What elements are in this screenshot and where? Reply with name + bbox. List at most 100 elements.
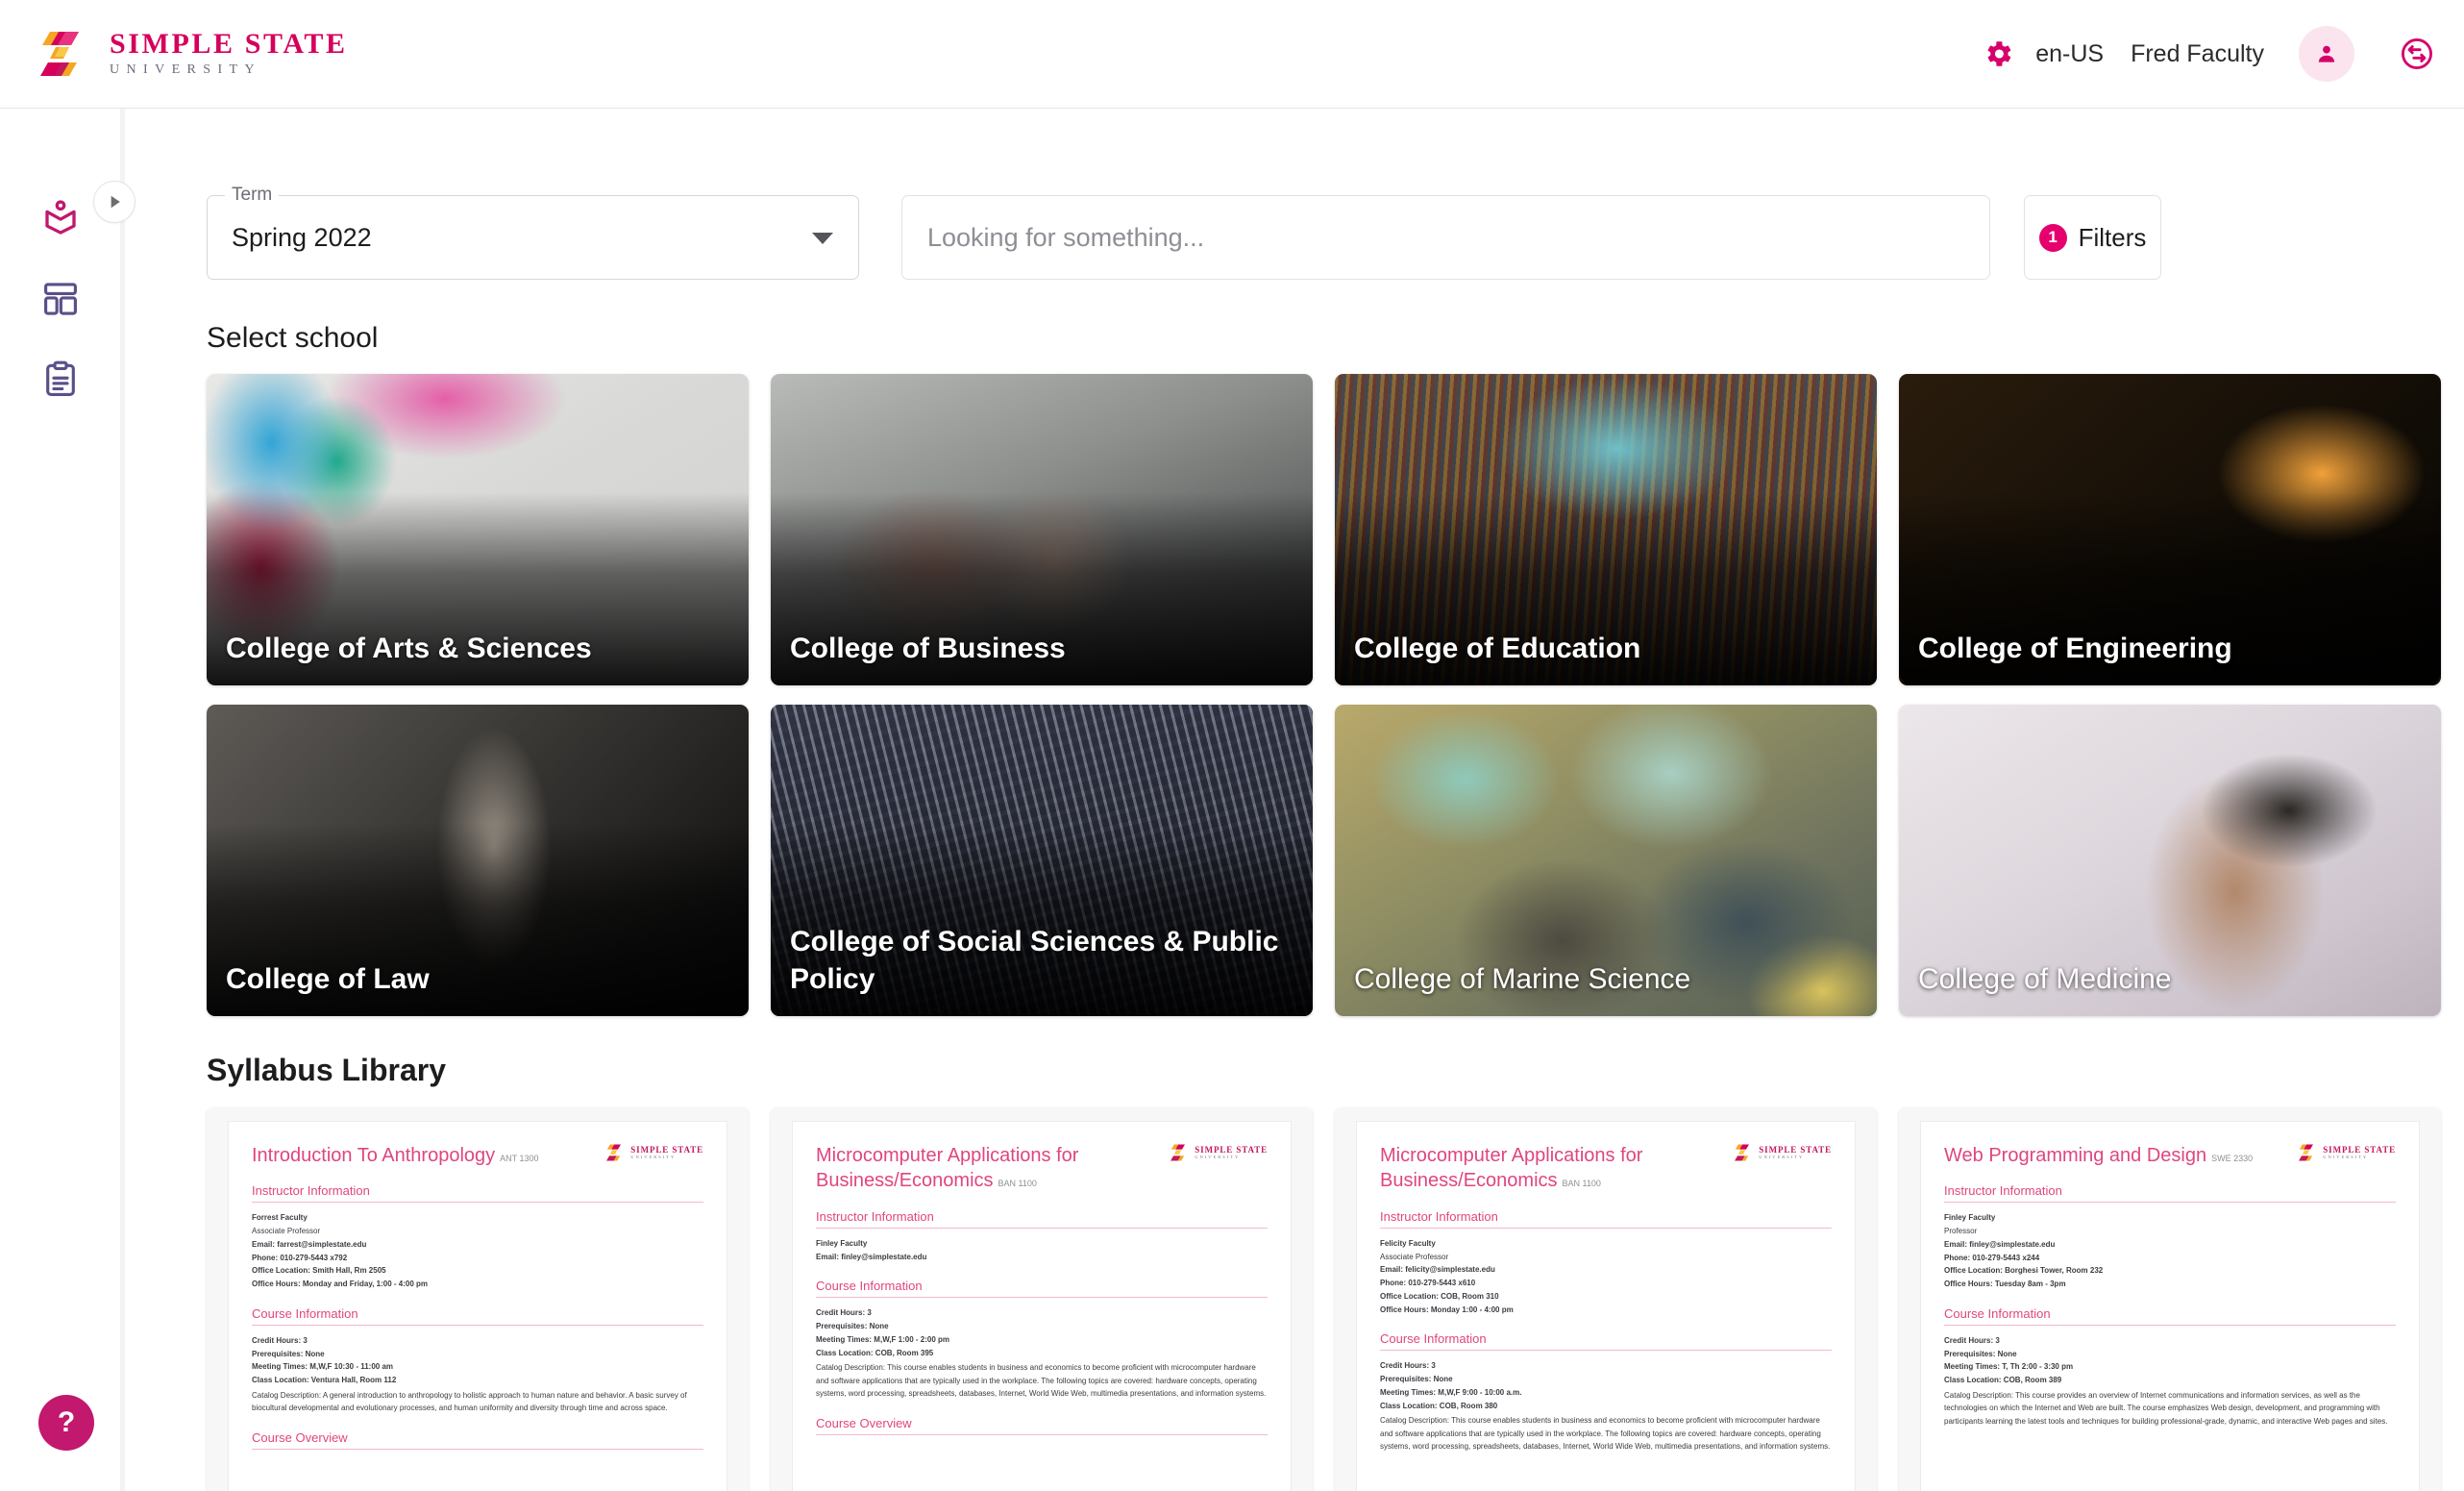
syllabus-header: Microcomputer Applications for Business/… [1380, 1143, 1832, 1194]
syllabus-page: Web Programming and DesignSWE 2330SIMPLE… [1920, 1121, 2420, 1491]
syllabus-instructor-block: Finley FacultyProfessorEmail: finley@sim… [1944, 1211, 2396, 1291]
chevron-right-icon [105, 192, 124, 211]
avatar[interactable] [2299, 26, 2354, 82]
school-card-label: College of Medicine [1918, 960, 2416, 999]
clipboard-icon [40, 360, 81, 400]
syllabus-header: Microcomputer Applications for Business/… [816, 1143, 1268, 1194]
syllabus-instructor-heading: Instructor Information [816, 1209, 1268, 1229]
syllabus-course-line: Class Location: COB, Room 380 [1380, 1400, 1832, 1413]
school-card[interactable]: College of Marine Science [1335, 705, 1877, 1016]
main-content: Term Spring 2022 1 Filters Select school… [125, 109, 2464, 1491]
filter-toolbar: Term Spring 2022 1 Filters [207, 195, 2464, 280]
term-value: Spring 2022 [232, 223, 372, 253]
select-school-heading: Select school [207, 322, 2464, 355]
gear-icon[interactable] [1976, 32, 2020, 76]
school-card[interactable]: College of Arts & Sciences [207, 374, 749, 685]
term-label: Term [225, 185, 279, 206]
syllabus-instructor-heading: Instructor Information [1944, 1183, 2396, 1203]
help-button[interactable]: ? [38, 1395, 94, 1451]
syllabus-instructor-block: Finley FacultyEmail: finley@simplestate.… [816, 1237, 1268, 1264]
syllabus-course-line: Class Location: Ventura Hall, Room 112 [252, 1374, 703, 1387]
syllabus-course-line: Credit Hours: 3 [1380, 1359, 1832, 1373]
syllabus-instructor-line: Office Location: Borghesi Tower, Room 23… [1944, 1264, 2396, 1278]
brand-wordmark: SIMPLE STATE UNIVERSITY [110, 30, 348, 78]
syllabus-card[interactable]: Introduction To Anthropology ANT 1300 SIMP… [207, 1107, 749, 1491]
school-card[interactable]: College of Medicine [1899, 705, 2441, 1016]
syllabus-card[interactable]: Microcomputer Applications for Business/… [771, 1107, 1313, 1491]
filters-button[interactable]: 1 Filters [2024, 195, 2161, 280]
syllabus-instructor-line: Email: farrest@simplestate.edu [252, 1238, 703, 1252]
syllabus-course-line: Credit Hours: 3 [1944, 1334, 2396, 1348]
university-logo-icon [37, 28, 90, 80]
syllabus-instructor-line: Forrest Faculty [252, 1211, 703, 1225]
syllabus-course-code: ANT 1300 [500, 1154, 538, 1163]
syllabus-instructor-block: Felicity FacultyAssociate ProfessorEmail… [1380, 1237, 1832, 1317]
syllabus-course-code: BAN 1100 [1563, 1179, 1601, 1188]
term-select[interactable]: Term Spring 2022 [207, 195, 859, 280]
syllabus-title: Introduction To Anthropology [252, 1145, 495, 1166]
syllabus-instructor-line: Office Hours: Monday and Friday, 1:00 - … [252, 1278, 703, 1291]
school-card[interactable]: College of Business [771, 374, 1313, 685]
syllabus-instructor-line: Phone: 010-279-5443 x792 [252, 1252, 703, 1265]
syllabus-page: Introduction To Anthropology ANT 1300 SIMP… [228, 1121, 727, 1491]
school-card-label: College of Arts & Sciences [226, 630, 724, 668]
syllabus-course-line: Catalog Description: A general introduct… [252, 1389, 703, 1415]
header-actions: en-US Fred Faculty [1976, 26, 2464, 82]
syllabus-course-heading: Course Information [1380, 1331, 1832, 1351]
syllabus-course-line: Prerequisites: None [1380, 1373, 1832, 1386]
sidebar-item-syllabi[interactable] [0, 339, 120, 420]
search-input[interactable] [902, 223, 1989, 253]
syllabus-course-block: Credit Hours: 3Prerequisites: NoneMeetin… [1380, 1359, 1832, 1453]
chevron-down-icon [812, 233, 833, 244]
sidebar-item-dashboard[interactable] [0, 259, 120, 339]
brand-logo[interactable]: SIMPLE STATE UNIVERSITY [37, 28, 348, 80]
syllabus-logo-icon: SIMPLE STATEUNIVERSITY [2297, 1143, 2396, 1162]
syllabus-course-block: Credit Hours: 3Prerequisites: NoneMeetin… [252, 1334, 703, 1415]
user-name-label[interactable]: Fred Faculty [2131, 40, 2264, 68]
syllabus-logo-icon: SIMPLE STATEUNIVERSITY [604, 1143, 703, 1162]
syllabus-instructor-line: Phone: 010-279-5443 x244 [1944, 1252, 2396, 1265]
syllabus-course-line: Meeting Times: M,W,F 1:00 - 2:00 pm [816, 1333, 1268, 1347]
syllabus-course-line: Prerequisites: None [1944, 1348, 2396, 1361]
school-card-label: College of Education [1354, 630, 1852, 668]
filters-label: Filters [2079, 223, 2147, 253]
syllabus-course-line: Meeting Times: T, Th 2:00 - 3:30 pm [1944, 1360, 2396, 1374]
syllabus-instructor-line: Office Location: Smith Hall, Rm 2505 [252, 1264, 703, 1278]
syllabus-card[interactable]: Web Programming and DesignSWE 2330SIMPLE… [1899, 1107, 2441, 1491]
syllabus-logo-icon: SIMPLE STATEUNIVERSITY [1169, 1143, 1268, 1162]
syllabus-course-line: Class Location: COB, Room 395 [816, 1347, 1268, 1360]
school-card[interactable]: College of Education [1335, 374, 1877, 685]
dashboard-layout-icon [40, 279, 81, 319]
school-card[interactable]: College of Social Sciences & Public Poli… [771, 705, 1313, 1016]
syllabus-course-heading: Course Information [816, 1279, 1268, 1298]
rail-collapse-toggle[interactable] [93, 181, 136, 223]
logout-icon[interactable] [2393, 30, 2441, 78]
syllabus-course-line: Credit Hours: 3 [816, 1306, 1268, 1320]
syllabus-card[interactable]: Microcomputer Applications for Business/… [1335, 1107, 1877, 1491]
school-card[interactable]: College of Law [207, 705, 749, 1016]
syllabus-course-line: Meeting Times: M,W,F 10:30 - 11:00 am [252, 1360, 703, 1374]
syllabus-page: Microcomputer Applications for Business/… [1356, 1121, 1856, 1491]
syllabus-header: Introduction To Anthropology ANT 1300 SIMP… [252, 1143, 703, 1168]
syllabus-overview-heading: Course Overview [252, 1430, 703, 1450]
language-selector[interactable]: en-US [2035, 40, 2104, 68]
syllabus-overview-heading: Course Overview [816, 1416, 1268, 1435]
syllabus-instructor-line: Email: finley@simplestate.edu [1944, 1238, 2396, 1252]
syllabus-instructor-line: Felicity Faculty [1380, 1237, 1832, 1251]
syllabus-course-line: Catalog Description: This course enables… [1380, 1414, 1832, 1453]
school-card-label: College of Marine Science [1354, 960, 1852, 999]
syllabus-course-line: Meeting Times: M,W,F 9:00 - 10:00 a.m. [1380, 1386, 1832, 1400]
person-icon [2314, 41, 2339, 66]
syllabus-instructor-heading: Instructor Information [252, 1183, 703, 1203]
syllabus-course-line: Class Location: COB, Room 389 [1944, 1374, 2396, 1387]
syllabus-course-block: Credit Hours: 3Prerequisites: NoneMeetin… [816, 1306, 1268, 1400]
school-card-label: College of Social Sciences & Public Poli… [790, 923, 1288, 999]
syllabus-title: Microcomputer Applications for Business/… [1380, 1145, 1642, 1191]
syllabus-instructor-line: Email: felicity@simplestate.edu [1380, 1263, 1832, 1277]
syllabus-instructor-line: Associate Professor [1380, 1251, 1832, 1264]
school-card[interactable]: College of Engineering [1899, 374, 2441, 685]
search-box[interactable] [901, 195, 1990, 280]
syllabus-course-heading: Course Information [252, 1306, 703, 1326]
school-card-grid: College of Arts & Sciences College of Bus… [207, 374, 2417, 1016]
student-reading-icon [40, 198, 81, 238]
